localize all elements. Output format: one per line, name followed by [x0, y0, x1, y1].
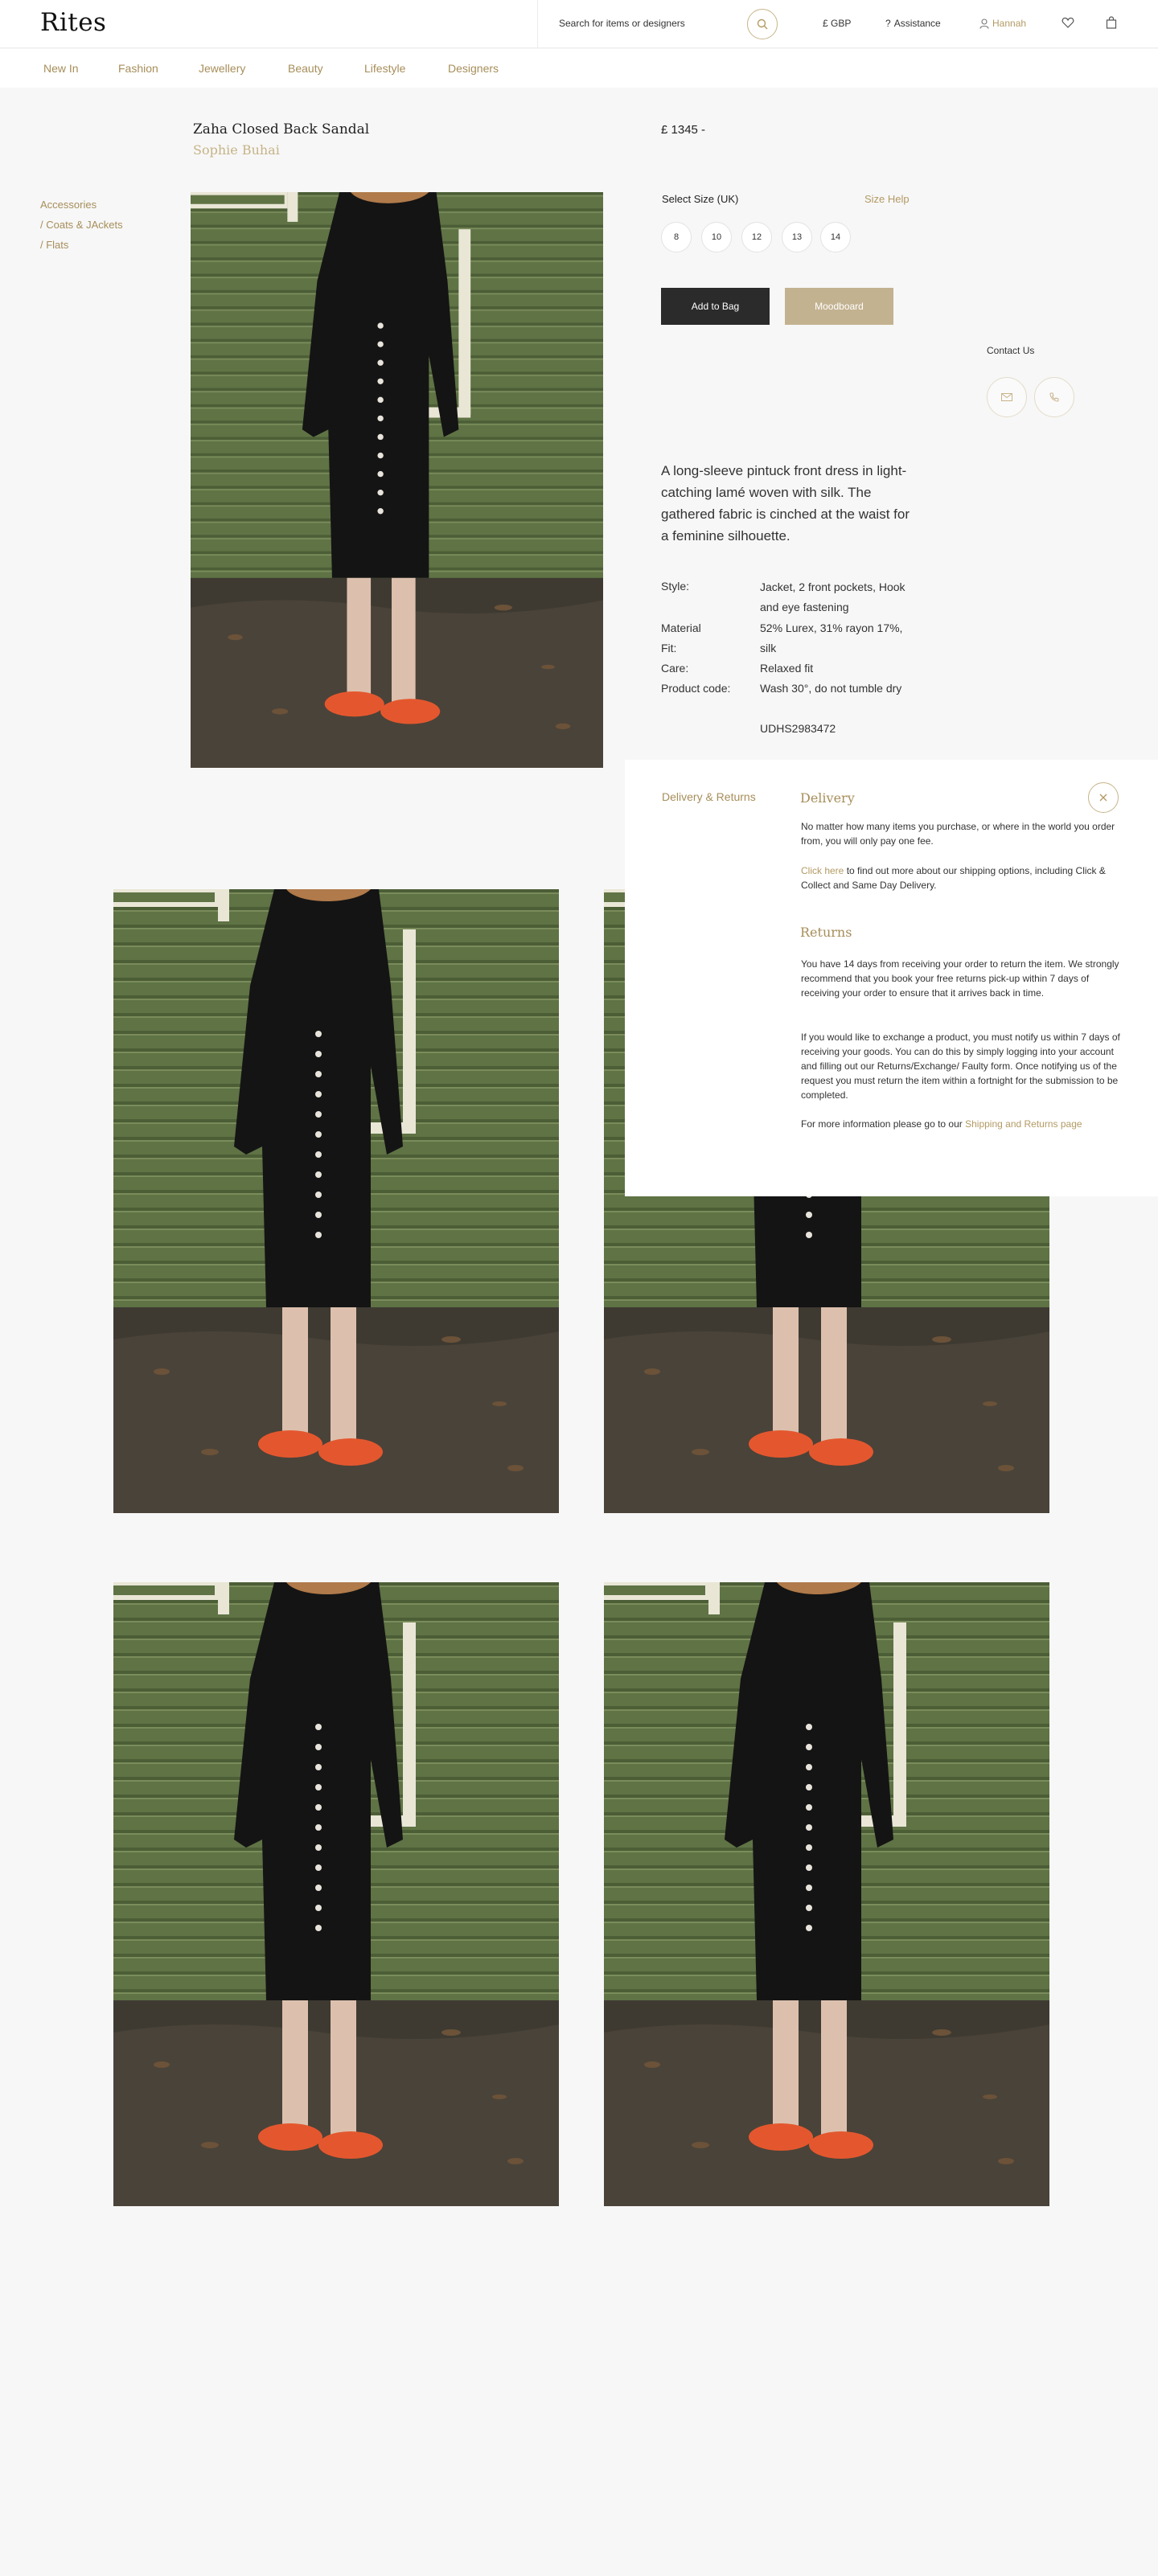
spec-value-material: 52% Lurex, 31% rayon 17%, [760, 621, 903, 634]
panel-close-button[interactable] [1088, 782, 1119, 813]
spec-value-fit: silk [760, 642, 777, 654]
spec-value-care: Relaxed fit [760, 662, 814, 675]
nav-fashion[interactable]: Fashion [118, 62, 158, 75]
returns-heading: Returns [800, 925, 852, 940]
spec-label-style: Style: [661, 580, 690, 593]
size-option-14[interactable]: 14 [820, 222, 851, 252]
spec-label-material: Material [661, 621, 701, 634]
question-icon: ? [885, 18, 891, 29]
spec-label-fit: Fit: [661, 642, 677, 654]
size-help-link[interactable]: Size Help [864, 193, 910, 205]
site-logo[interactable]: Rites [40, 8, 106, 37]
mail-icon [1001, 393, 1012, 401]
nav-lifestyle[interactable]: Lifestyle [364, 62, 405, 75]
product-brand[interactable]: Sophie Buhai [193, 142, 280, 158]
contact-phone-button[interactable] [1034, 377, 1074, 417]
product-main-image[interactable] [191, 192, 603, 768]
shipping-options-body: to find out more about our shipping opti… [801, 865, 1106, 891]
gallery-image-4[interactable] [604, 1582, 1049, 2206]
moodboard-button[interactable]: Moodboard [785, 288, 893, 325]
shipping-returns-link[interactable]: Shipping and Returns page [965, 1118, 1082, 1130]
contact-us-label: Contact Us [987, 345, 1035, 356]
breadcrumb: Accessories / Coats & JAckets / Flats [40, 195, 123, 255]
nav-beauty[interactable]: Beauty [288, 62, 323, 75]
breadcrumb-coats-jackets[interactable]: / Coats & JAckets [40, 215, 123, 235]
assistance-label: Assistance [893, 18, 941, 29]
search-button[interactable] [747, 9, 778, 39]
spec-value-style: Jacket, 2 front pockets, Hook and eye fa… [760, 580, 905, 613]
spec-label-care: Care: [661, 662, 689, 675]
product-price: £ 1345 - [661, 123, 706, 137]
breadcrumb-flats[interactable]: / Flats [40, 235, 123, 255]
add-to-bag-button[interactable]: Add to Bag [661, 288, 770, 325]
bag-icon[interactable] [1106, 16, 1117, 29]
size-option-12[interactable]: 12 [741, 222, 772, 252]
site-header: Rites Search for items or designers £ GB… [0, 0, 1158, 48]
size-option-13[interactable]: 13 [782, 222, 812, 252]
wishlist-heart-icon[interactable] [1062, 16, 1074, 29]
nav-new-in[interactable]: New In [43, 62, 79, 75]
size-select-label: Select Size (UK) [662, 193, 739, 205]
delivery-returns-tab[interactable]: Delivery & Returns [662, 790, 756, 803]
nav-jewellery[interactable]: Jewellery [199, 62, 245, 75]
shipping-options-text: Click here to find out more about our sh… [801, 863, 1123, 892]
phone-icon [1049, 392, 1059, 402]
gallery-image-3[interactable] [113, 1582, 559, 2206]
search-input[interactable]: Search for items or designers [559, 18, 685, 29]
returns-text-2: If you would like to exchange a product,… [801, 1032, 1120, 1101]
delivery-heading: Delivery [800, 790, 855, 806]
main-nav: New In Fashion Jewellery Beauty Lifestyl… [0, 49, 1158, 88]
product-description: A long-sleeve pintuck front dress in lig… [661, 463, 910, 544]
delivery-text: No matter how many items you purchase, o… [801, 821, 1115, 847]
more-info-body: For more information please go to our [801, 1118, 963, 1130]
click-here-link[interactable]: Click here [801, 865, 844, 876]
more-info-text: For more information please go to our Sh… [801, 1117, 1123, 1131]
returns-text-1: You have 14 days from receiving your ord… [801, 958, 1119, 999]
close-icon [1099, 794, 1107, 802]
product-title: Zaha Closed Back Sandal [193, 121, 370, 137]
account-link[interactable]: Hannah [979, 18, 1026, 29]
size-option-10[interactable]: 10 [701, 222, 732, 252]
spec-value-code: UDHS2983472 [760, 722, 836, 735]
nav-designers[interactable]: Designers [448, 62, 499, 75]
delivery-returns-panel: Delivery & Returns Delivery No matter ho… [625, 760, 1158, 1196]
gallery-image-1[interactable] [113, 889, 559, 1513]
currency-selector[interactable]: £ GBP [823, 18, 851, 29]
breadcrumb-accessories[interactable]: Accessories [40, 195, 123, 215]
assistance-link[interactable]: ? Assistance [885, 18, 941, 29]
size-option-8[interactable]: 8 [661, 222, 692, 252]
spec-value-product-code-care: Wash 30°, do not tumble dry [760, 682, 902, 695]
search-icon [757, 18, 768, 30]
contact-email-button[interactable] [987, 377, 1027, 417]
user-icon [979, 18, 989, 29]
header-divider [537, 0, 538, 48]
spec-label-product-code: Product code: [661, 682, 731, 695]
account-name: Hannah [992, 18, 1027, 29]
